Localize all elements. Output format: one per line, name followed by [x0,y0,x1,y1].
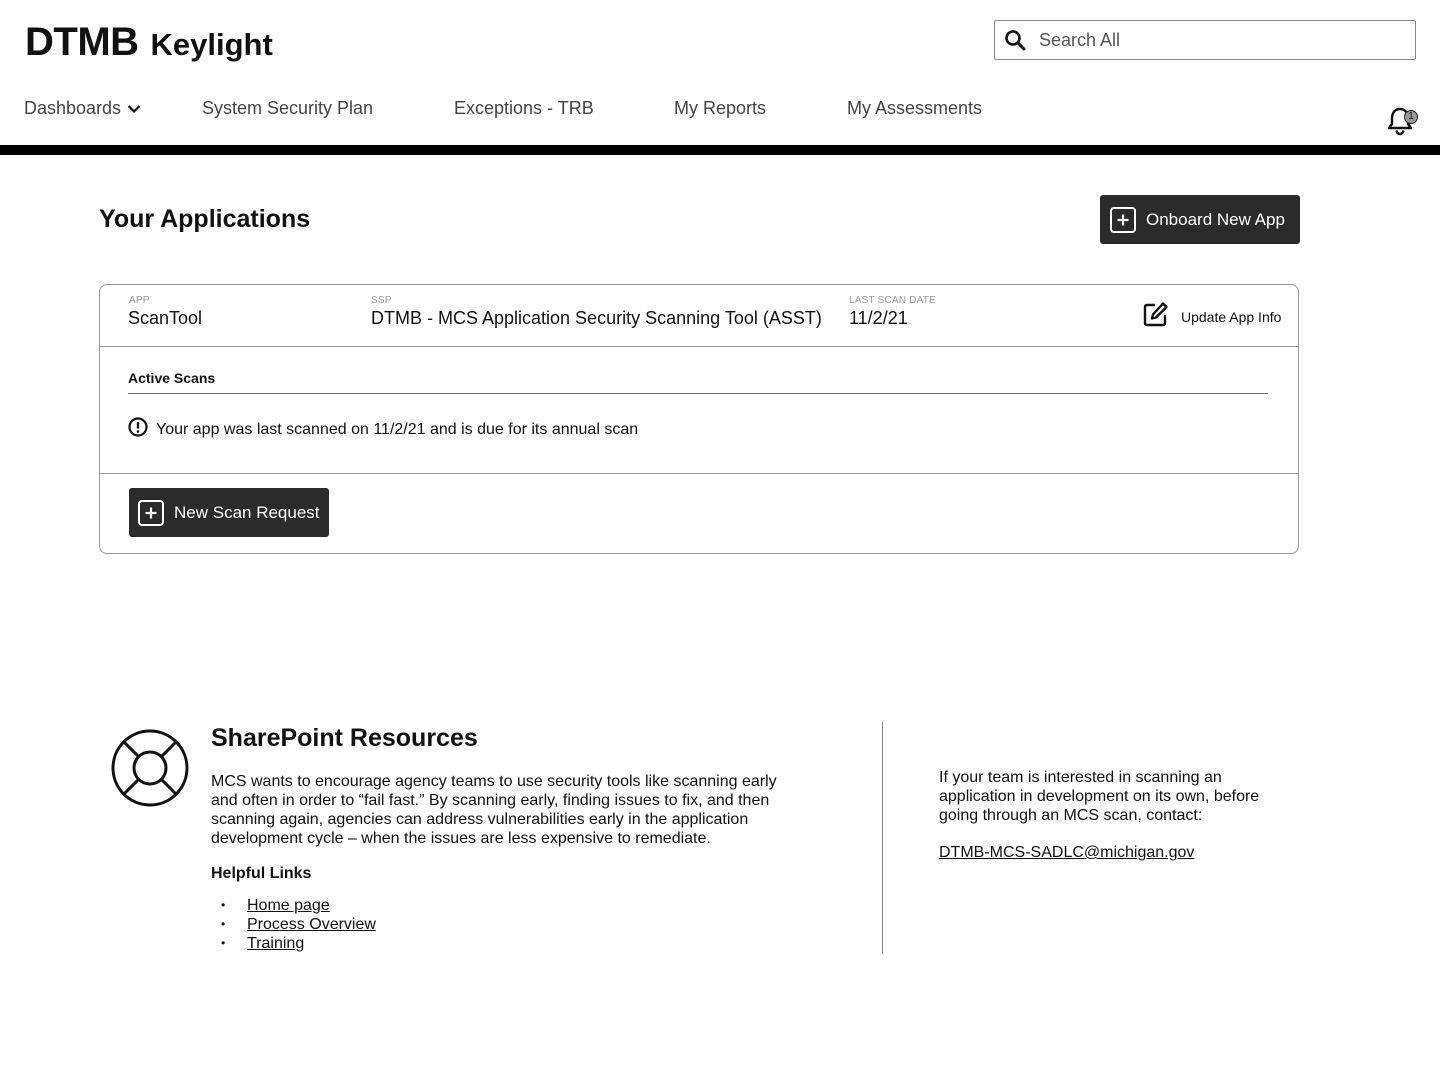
link-training[interactable]: Training [247,934,304,953]
brand-sub: Keylight [150,27,273,62]
helpful-links-title: Helpful Links [211,865,312,882]
nav-item-exceptions-trb[interactable]: Exceptions - TRB [454,98,594,119]
helpful-links-list: • Home page • Process Overview • Training [221,896,376,953]
update-app-info-link[interactable]: Update App Info [1143,301,1281,332]
resources-title: SharePoint Resources [211,724,478,752]
nav-item-label: System Security Plan [202,98,374,118]
scan-status-text: Your app was last scanned on 11/2/21 and… [156,420,639,438]
resources-body: MCS wants to encourage agency teams to u… [211,773,777,847]
ssp-value: DTMB - MCS Application Security Scanning… [371,308,822,328]
nav-item-label: Dashboards [24,98,122,118]
contact-text: If your team is interested in scanning a… [939,769,1260,824]
plus-square-icon [1110,206,1136,233]
list-item: • Home page [221,896,376,915]
onboard-new-app-button[interactable]: Onboard New App [1100,195,1300,244]
resources-divider [882,722,883,954]
last-scan-date-label: LAST SCAN DATE [849,295,936,306]
last-scan-date-value: 11/2/21 [849,308,908,328]
page-title: Your Applications [99,205,311,233]
header-divider [0,145,1440,155]
nav-item-my-reports[interactable]: My Reports [674,98,766,119]
alert-circle-icon [128,417,148,442]
update-app-info-label: Update App Info [1181,308,1282,325]
notifications-button[interactable]: 1 [1386,106,1420,138]
bullet: • [221,936,226,950]
nav-item-label: My Reports [674,98,767,118]
lifebuoy-icon [110,728,190,808]
notification-badge: 1 [1404,110,1418,124]
search-input[interactable] [1039,29,1399,51]
nav-item-label: My Assessments [847,98,983,118]
edit-icon [1143,301,1169,332]
application-card: APP ScanTool SSP DTMB - MCS Application … [99,284,1299,554]
bullet: • [221,898,226,912]
onboard-new-app-label: Onboard New App [1146,209,1285,229]
scan-status-message: Your app was last scanned on 11/2/21 and… [128,417,638,442]
nav-item-my-assessments[interactable]: My Assessments [847,98,982,119]
application-card-header: APP ScanTool SSP DTMB - MCS Application … [100,285,1298,347]
chevron-down-icon [127,104,141,114]
list-item: • Training [221,934,376,953]
nav-item-system-security-plan[interactable]: System Security Plan [202,98,373,119]
list-item: • Process Overview [221,915,376,934]
nav-item-label: Exceptions - TRB [454,98,594,118]
link-process-overview[interactable]: Process Overview [247,915,376,934]
main-nav: Dashboards System Security Plan Exceptio… [0,98,1440,126]
brand-main: DTMB [25,20,139,64]
contact-email-link[interactable]: DTMB-MCS-SADLC@michigan.gov [939,844,1194,862]
app-value: ScanTool [128,308,203,328]
search-icon[interactable] [1003,28,1027,52]
bullet: • [221,917,226,931]
brand-logo[interactable]: DTMB Keylight [25,20,273,65]
new-scan-request-button[interactable]: New Scan Request [129,488,329,537]
active-scans-title: Active Scans [128,370,216,386]
ssp-label: SSP [371,295,392,306]
search-box[interactable] [994,20,1416,60]
active-scans-divider [128,393,1268,394]
bell-icon [1386,107,1414,140]
plus-square-icon [138,499,164,526]
nav-item-dashboards[interactable]: Dashboards [24,98,141,119]
app-label: APP [129,295,150,306]
new-scan-request-label: New Scan Request [174,502,320,522]
card-divider [100,473,1298,474]
link-home-page[interactable]: Home page [247,896,330,915]
